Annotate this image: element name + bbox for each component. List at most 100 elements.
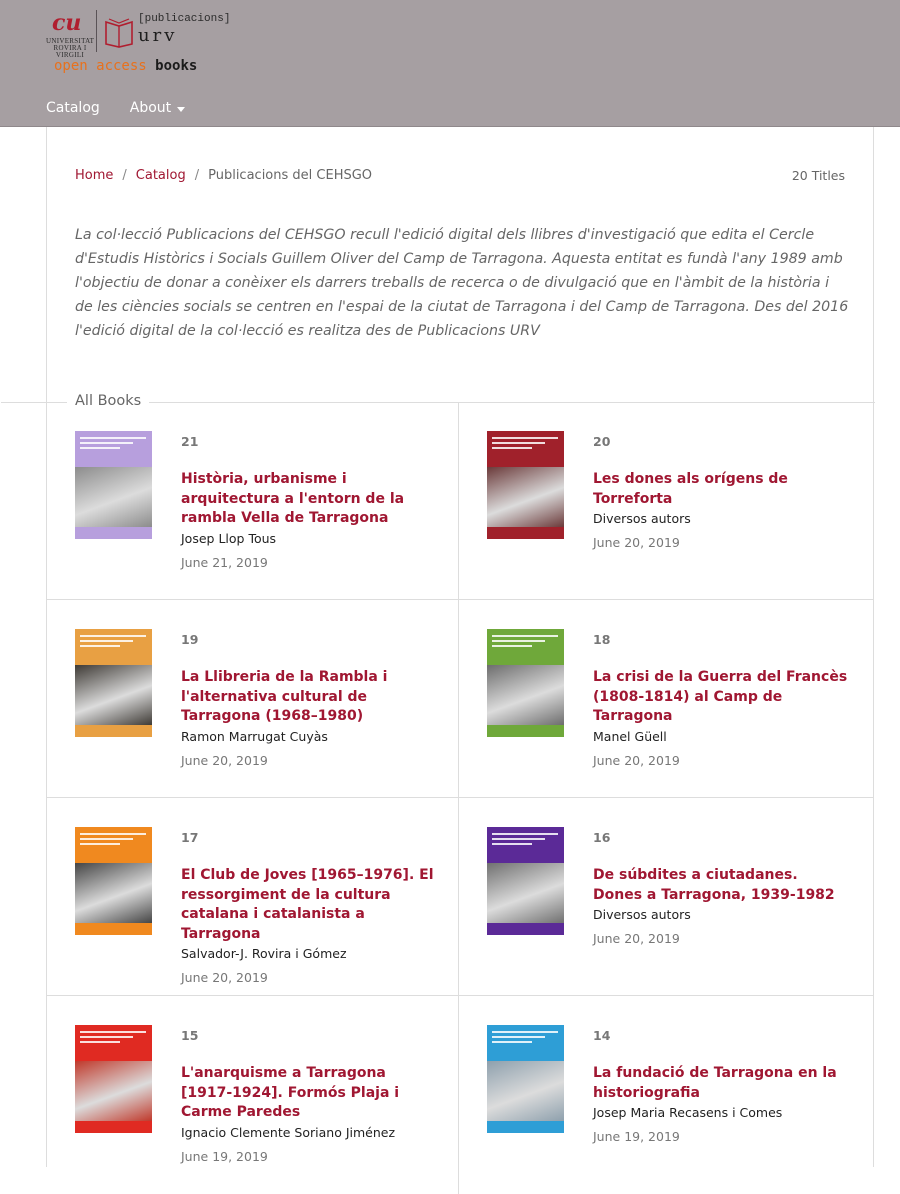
- book-title-link[interactable]: De súbdites a ciutadanes. Dones a Tarrag…: [593, 866, 848, 905]
- open-book-icon: [105, 18, 133, 48]
- book-title-link[interactable]: Les dones als orígens de Torreforta: [593, 470, 848, 509]
- book-cover[interactable]: [487, 431, 564, 539]
- cover-footer: [487, 725, 564, 737]
- book-row: 19 La Llibreria de la Rambla i l'alternat…: [47, 600, 873, 798]
- nav-catalog[interactable]: Catalog: [46, 100, 100, 116]
- book-cover[interactable]: [75, 827, 152, 935]
- breadcrumb: Home / Catalog / Publicacions del CEHSGO: [75, 168, 372, 183]
- cover-title-lines: [492, 833, 558, 848]
- cover-title-lines: [80, 833, 146, 848]
- series-position: 20: [593, 434, 611, 449]
- book-date: June 19, 2019: [593, 1129, 680, 1144]
- book-authors: Diversos autors: [593, 907, 691, 922]
- book-meta: Salvador-J. Rovira i Gómez June 20, 2019: [181, 944, 441, 987]
- cover-footer: [487, 527, 564, 539]
- book-card: 18 La crisi de la Guerra del Francès (180…: [459, 600, 871, 798]
- series-position: 17: [181, 830, 199, 845]
- book-authors: Diversos autors: [593, 511, 691, 526]
- book-title-link[interactable]: Història, urbanisme i arquitectura a l'e…: [181, 470, 436, 529]
- breadcrumb-home[interactable]: Home: [75, 168, 113, 183]
- cover-footer: [75, 1121, 152, 1133]
- series-position: 21: [181, 434, 199, 449]
- book-authors: Josep Llop Tous: [181, 531, 277, 546]
- book-authors: Salvador-J. Rovira i Gómez: [181, 946, 347, 961]
- book-row: 21 Història, urbanisme i arquitectura a l…: [47, 402, 873, 600]
- cover-band: [75, 431, 152, 467]
- cover-title-lines: [492, 1031, 558, 1046]
- book-meta: Diversos autors June 20, 2019: [593, 905, 853, 948]
- cover-title-lines: [80, 1031, 146, 1046]
- book-date: June 20, 2019: [593, 753, 680, 768]
- cover-band: [75, 1025, 152, 1061]
- cover-title-lines: [80, 437, 146, 452]
- cover-band: [487, 1025, 564, 1061]
- book-date: June 19, 2019: [181, 1149, 268, 1164]
- book-authors: Manel Güell: [593, 729, 667, 744]
- title-count: 20 Titles: [791, 168, 845, 183]
- cover-band: [75, 629, 152, 665]
- cover-band: [487, 827, 564, 863]
- book-title-link[interactable]: El Club de Joves [1965–1976]. El ressorg…: [181, 866, 436, 944]
- book-cover[interactable]: [75, 431, 152, 539]
- book-title-link[interactable]: La fundació de Tarragona en la historiog…: [593, 1064, 848, 1103]
- caret-down-icon: [177, 106, 186, 112]
- book-meta: Josep Maria Recasens i Comes June 19, 201…: [593, 1103, 853, 1146]
- cover-photo: [75, 467, 152, 527]
- book-cover[interactable]: [487, 629, 564, 737]
- book-date: June 21, 2019: [181, 555, 268, 570]
- cover-band: [487, 629, 564, 665]
- book-row: 15 L'anarquisme a Tarragona [1917-1924]. …: [47, 996, 873, 1194]
- book-meta: Diversos autors June 20, 2019: [593, 509, 853, 552]
- book-card: 15 L'anarquisme a Tarragona [1917-1924]. …: [47, 996, 459, 1194]
- cover-photo: [487, 1061, 564, 1121]
- main-nav: Catalog About: [46, 97, 186, 119]
- cover-photo: [487, 665, 564, 725]
- book-grid: 21 Història, urbanisme i arquitectura a l…: [47, 402, 873, 1194]
- book-meta: Ramon Marrugat Cuyàs June 20, 2019: [181, 727, 441, 770]
- series-position: 16: [593, 830, 611, 845]
- cover-footer: [75, 725, 152, 737]
- book-card: 20 Les dones als orígens de Torreforta Div…: [459, 402, 871, 600]
- cover-band: [487, 431, 564, 467]
- nav-about[interactable]: About: [130, 100, 186, 116]
- book-row: 17 El Club de Joves [1965–1976]. El resso…: [47, 798, 873, 996]
- cover-photo: [75, 863, 152, 923]
- book-title-link[interactable]: La Llibreria de la Rambla i l'alternativ…: [181, 668, 436, 727]
- cover-title-lines: [80, 635, 146, 650]
- book-card: 16 De súbdites a ciutadanes. Dones a Tarr…: [459, 798, 871, 996]
- book-cover[interactable]: [487, 1025, 564, 1133]
- logo-divider: [96, 10, 97, 52]
- cover-footer: [487, 923, 564, 935]
- book-card: 14 La fundació de Tarragona en la histori…: [459, 996, 871, 1194]
- breadcrumb-current: Publicacions del CEHSGO: [208, 168, 373, 183]
- book-cover[interactable]: [75, 1025, 152, 1133]
- series-position: 14: [593, 1028, 611, 1043]
- publicacions-label: [publicacions]: [138, 13, 231, 25]
- book-authors: Ramon Marrugat Cuyàs: [181, 729, 328, 744]
- book-card: 19 La Llibreria de la Rambla i l'alternat…: [47, 600, 459, 798]
- cover-photo: [75, 665, 152, 725]
- site-logo[interactable]: cu UNIVERSITAT ROVIRA I VIRGILI [publica…: [46, 10, 230, 80]
- book-date: June 20, 2019: [593, 931, 680, 946]
- book-meta: Manel Güell June 20, 2019: [593, 727, 853, 770]
- book-date: June 20, 2019: [181, 753, 268, 768]
- series-position: 15: [181, 1028, 199, 1043]
- book-cover[interactable]: [487, 827, 564, 935]
- breadcrumb-catalog[interactable]: Catalog: [136, 168, 186, 183]
- open-access-books-label: open access books: [54, 58, 198, 74]
- breadcrumb-separator: /: [122, 168, 127, 183]
- urv-label: urv: [138, 25, 178, 46]
- cover-title-lines: [492, 635, 558, 650]
- series-position: 18: [593, 632, 611, 647]
- book-cover[interactable]: [75, 629, 152, 737]
- cover-footer: [75, 527, 152, 539]
- cover-footer: [75, 923, 152, 935]
- cover-photo: [75, 1061, 152, 1121]
- book-authors: Ignacio Clemente Soriano Jiménez: [181, 1125, 396, 1140]
- book-date: June 20, 2019: [181, 970, 268, 985]
- urv-logo-mark: cu UNIVERSITAT ROVIRA I VIRGILI: [46, 10, 95, 59]
- book-title-link[interactable]: L'anarquisme a Tarragona [1917-1924]. Fo…: [181, 1064, 436, 1123]
- book-card: 21 Història, urbanisme i arquitectura a l…: [47, 402, 459, 600]
- cover-title-lines: [492, 437, 558, 452]
- book-title-link[interactable]: La crisi de la Guerra del Francès (1808-…: [593, 668, 848, 727]
